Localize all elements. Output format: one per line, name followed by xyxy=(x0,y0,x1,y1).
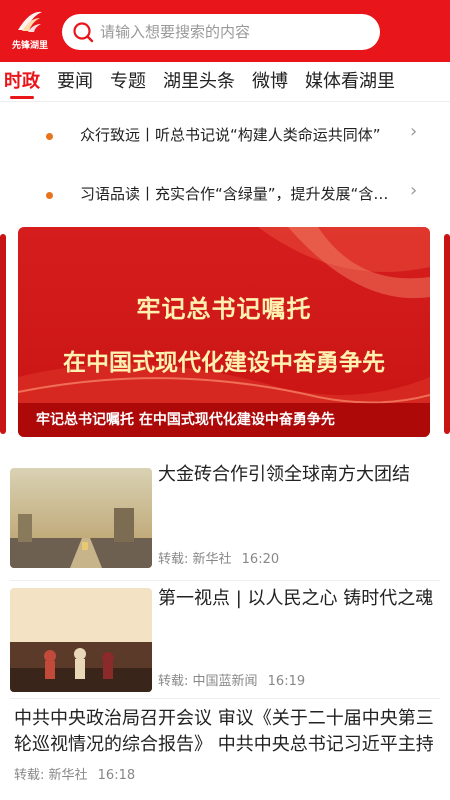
tab-shizheng[interactable]: 时政 xyxy=(4,62,40,102)
app-header: 先锋湖里 xyxy=(0,0,450,62)
brics-thumbnail-image xyxy=(10,468,152,568)
news-title: 中共中央政治局召开会议 审议《关于二十届中央第三轮巡视情况的综合报告》 中共中央… xyxy=(14,708,434,755)
news-source: 转载: 新华社 xyxy=(158,552,232,567)
search-box[interactable] xyxy=(62,14,380,50)
news-source: 转载: 中国蓝新闻 xyxy=(158,674,258,689)
chevron-right-icon: › xyxy=(410,121,418,142)
divider xyxy=(10,698,440,699)
tab-huli-toutiao[interactable]: 湖里头条 xyxy=(163,62,235,102)
tab-zhuanti[interactable]: 专题 xyxy=(110,62,146,102)
news-thumbnail xyxy=(10,588,152,692)
chevron-right-icon: › xyxy=(410,180,418,201)
banner-next-peek[interactable] xyxy=(444,234,450,434)
banner-subtitle: 在中国式现代化建设中奋勇争先 xyxy=(63,349,385,376)
news-meta: 转载: 新华社 16:20 xyxy=(158,548,279,567)
news-meta: 转载: 新华社 16:18 xyxy=(14,764,135,783)
news-time: 16:18 xyxy=(97,768,136,783)
news-time: 16:20 xyxy=(241,552,280,567)
performance-thumbnail-image xyxy=(10,588,152,692)
news-meta: 转载: 中国蓝新闻 16:19 xyxy=(158,670,305,689)
news-item[interactable]: 第一视点 | 以人民之心 铸时代之魂 转载: 中国蓝新闻 16:19 xyxy=(0,582,450,696)
news-thumbnail xyxy=(10,468,152,568)
headline-item[interactable]: 习语品读丨充实合作“含绿量”，提升发展“含新量” › xyxy=(0,175,450,215)
search-input[interactable] xyxy=(100,14,370,50)
news-title: 第一视点 | 以人民之心 铸时代之魂 xyxy=(158,588,434,609)
news-item[interactable]: 大金砖合作引领全球南方大团结 转载: 新华社 16:20 xyxy=(0,460,450,574)
headline-text: 习语品读丨充实合作“含绿量”，提升发展“含新量” xyxy=(80,185,398,203)
category-tabs: 时政 要闻 专题 湖里头条 微博 媒体看湖里 xyxy=(0,62,450,102)
headline-item[interactable]: 众行致远丨听总书记说“构建人类命运共同体” › xyxy=(0,116,450,156)
banner-carousel[interactable]: 牢记总书记嘱托 在中国式现代化建设中奋勇争先 牢记总书记嘱托 在中国式现代化建设… xyxy=(18,227,430,437)
logo-text: 先锋湖里 xyxy=(11,41,48,51)
tab-meiti-kan-huli[interactable]: 媒体看湖里 xyxy=(305,62,395,102)
app-logo[interactable]: 先锋湖里 xyxy=(8,6,52,52)
banner-title: 牢记总书记嘱托 xyxy=(136,294,312,323)
banner-caption: 牢记总书记嘱托 在中国式现代化建设中奋勇争先 xyxy=(18,403,430,437)
news-title: 大金砖合作引领全球南方大团结 xyxy=(158,464,410,485)
tab-yaowen[interactable]: 要闻 xyxy=(57,62,93,102)
bullet-dot-icon xyxy=(46,192,53,199)
bullet-dot-icon xyxy=(46,133,53,140)
tab-weibo[interactable]: 微博 xyxy=(252,62,288,102)
search-icon xyxy=(73,22,94,43)
logo-icon xyxy=(18,11,42,32)
news-time: 16:19 xyxy=(267,674,306,689)
divider xyxy=(10,580,440,581)
banner-prev-peek[interactable] xyxy=(0,234,6,434)
headline-text: 众行致远丨听总书记说“构建人类命运共同体” xyxy=(80,126,381,144)
news-source: 转载: 新华社 xyxy=(14,768,88,783)
